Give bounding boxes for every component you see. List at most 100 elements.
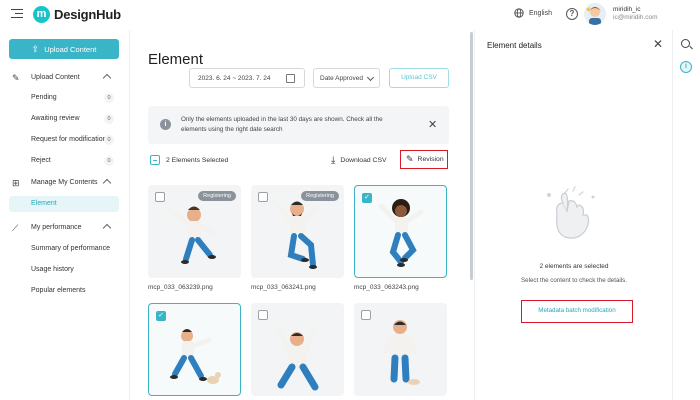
- chart-icon: ⟋: [12, 223, 19, 233]
- element-checkbox[interactable]: [155, 192, 165, 202]
- sidebar-item-request-for-modification[interactable]: Request for modification 0: [0, 132, 130, 148]
- select-all-checkbox[interactable]: [150, 155, 160, 165]
- sidebar-section-my-performance[interactable]: ⟋ My performance: [0, 220, 130, 236]
- language-selector[interactable]: English: [514, 8, 552, 18]
- logo-mark: m: [33, 6, 50, 23]
- sidebar-item-label: Awaiting review: [31, 115, 80, 122]
- download-icon: ⤓: [331, 154, 336, 166]
- pencil-icon: ✎: [406, 154, 414, 164]
- help-icon[interactable]: ?: [566, 8, 578, 20]
- element-card[interactable]: [251, 303, 344, 396]
- sidebar-item-label: Element: [31, 200, 57, 207]
- page-title: Element: [148, 51, 204, 68]
- globe-icon: [514, 8, 524, 18]
- calendar-icon: [286, 74, 295, 83]
- element-card[interactable]: ✓: [148, 303, 241, 396]
- user-name: miridih_ic: [613, 6, 641, 13]
- details-title: Element details: [487, 41, 542, 50]
- element-checkbox[interactable]: [361, 310, 371, 320]
- element-card[interactable]: ✓: [354, 185, 447, 278]
- sidebar-section-label: Upload Content: [31, 74, 80, 81]
- element-checkbox[interactable]: [258, 192, 268, 202]
- revision-button[interactable]: ✎ Revision: [400, 150, 448, 169]
- sidebar-item-label: Reject: [31, 157, 51, 164]
- language-label: English: [529, 9, 552, 17]
- sidebar-item-summary-of-performance[interactable]: Summary of performance: [0, 241, 130, 257]
- sidebar: ⇪ Upload Content ✎ Upload Content Pendin…: [0, 30, 130, 400]
- pencil-icon: ✎: [12, 73, 20, 83]
- download-csv-label: Download CSV: [340, 156, 387, 164]
- sidebar-item-label: Summary of performance: [31, 245, 110, 252]
- sort-select[interactable]: Date Approved: [313, 68, 380, 88]
- element-checkbox[interactable]: ✓: [362, 193, 372, 203]
- count-badge: 0: [104, 156, 114, 166]
- count-badge: 0: [104, 114, 114, 124]
- sidebar-section-manage-my-contents[interactable]: ⊞ Manage My Contents: [0, 175, 130, 191]
- sidebar-item-reject[interactable]: Reject 0: [0, 153, 130, 169]
- date-range-value: 2023. 6. 24 ~ 2023. 7. 24: [198, 75, 271, 82]
- element-filename: mcp_033_063241.png: [251, 284, 316, 291]
- user-email: ic@miridih.com: [613, 14, 658, 21]
- sidebar-item-label: Popular elements: [31, 287, 86, 294]
- pointing-hand-illustration: [547, 186, 595, 239]
- element-filename: mcp_033_063243.png: [354, 284, 419, 291]
- selected-count: 2 Elements Selected: [166, 157, 229, 164]
- sidebar-item-label: Request for modification: [31, 136, 107, 143]
- sidebar-item-awaiting-review[interactable]: Awaiting review 0: [0, 111, 130, 127]
- selected-elements-message: 2 elements are selected: [539, 263, 609, 270]
- details-hint: Select the content to check the details.: [521, 277, 627, 284]
- chevron-up-icon: [102, 178, 112, 188]
- logo-text: DesignHub: [54, 7, 121, 22]
- user-info[interactable]: miridih_ic ic@miridih.com: [613, 6, 658, 22]
- sidebar-item-label: Usage history: [31, 266, 74, 273]
- info-icon: i: [160, 119, 171, 130]
- avatar[interactable]: [584, 3, 606, 25]
- app: m DesignHub English ? miridih_ic ic@miri…: [0, 0, 700, 400]
- chevron-down-icon: [366, 73, 375, 82]
- grid-icon: ⊞: [12, 178, 20, 188]
- sidebar-item-usage-history[interactable]: Usage history: [0, 262, 130, 278]
- top-bar: m DesignHub English ? miridih_ic ic@miri…: [0, 0, 700, 30]
- sidebar-item-pending[interactable]: Pending 0: [0, 90, 130, 106]
- status-badge: Registering: [198, 191, 236, 201]
- sidebar-section-label: My performance: [31, 224, 82, 231]
- sidebar-item-label: Pending: [31, 94, 57, 101]
- chevron-up-icon: [102, 73, 112, 83]
- sidebar-section-label: Manage My Contents: [31, 179, 98, 186]
- chevron-up-icon: [102, 223, 112, 233]
- count-badge: 0: [104, 93, 114, 103]
- close-icon[interactable]: ✕: [428, 118, 437, 131]
- sidebar-item-element[interactable]: Element: [9, 196, 119, 212]
- element-card[interactable]: Registering: [251, 185, 344, 278]
- notice-text: Only the elements uploaded in the last 3…: [181, 116, 383, 133]
- element-checkbox[interactable]: [258, 310, 268, 320]
- element-card[interactable]: [354, 303, 447, 396]
- status-badge: Registering: [301, 191, 339, 201]
- count-badge: 0: [104, 135, 114, 145]
- selection-toolbar: 2 Elements Selected ⤓ Download CSV ✎ Rev…: [148, 150, 449, 170]
- element-filename: mcp_033_063239.png: [148, 284, 213, 291]
- sidebar-item-popular-elements[interactable]: Popular elements: [0, 283, 130, 299]
- date-range-picker[interactable]: 2023. 6. 24 ~ 2023. 7. 24: [189, 68, 305, 88]
- close-icon[interactable]: ✕: [653, 37, 663, 51]
- upload-content-label: Upload Content: [44, 44, 97, 54]
- search-icon[interactable]: [681, 39, 693, 50]
- scrollbar-thumb[interactable]: [470, 32, 473, 280]
- upload-content-button[interactable]: ⇪ Upload Content: [9, 39, 119, 59]
- logo[interactable]: m DesignHub: [33, 6, 121, 23]
- info-icon[interactable]: i: [680, 61, 692, 73]
- element-card[interactable]: Registering: [148, 185, 241, 278]
- metadata-batch-modification-button[interactable]: Metadata batch modification: [521, 300, 633, 323]
- right-rail: i: [672, 30, 700, 400]
- upload-csv-button[interactable]: Upload CSV: [389, 68, 449, 88]
- element-checkbox[interactable]: ✓: [156, 311, 166, 321]
- sidebar-section-upload-content[interactable]: ✎ Upload Content: [0, 70, 130, 86]
- main-content: Element 2023. 6. 24 ~ 2023. 7. 24 Date A…: [131, 30, 470, 400]
- menu-collapse-icon[interactable]: [11, 9, 23, 19]
- sort-value: Date Approved: [320, 75, 364, 82]
- revision-label: Revision: [417, 156, 444, 163]
- element-details-panel: Element details ✕ 2 elements are selecte…: [474, 30, 672, 400]
- upload-icon: ⇪: [31, 43, 40, 54]
- notice-banner: i Only the elements uploaded in the last…: [148, 106, 449, 144]
- download-csv-button[interactable]: ⤓ Download CSV: [331, 153, 387, 167]
